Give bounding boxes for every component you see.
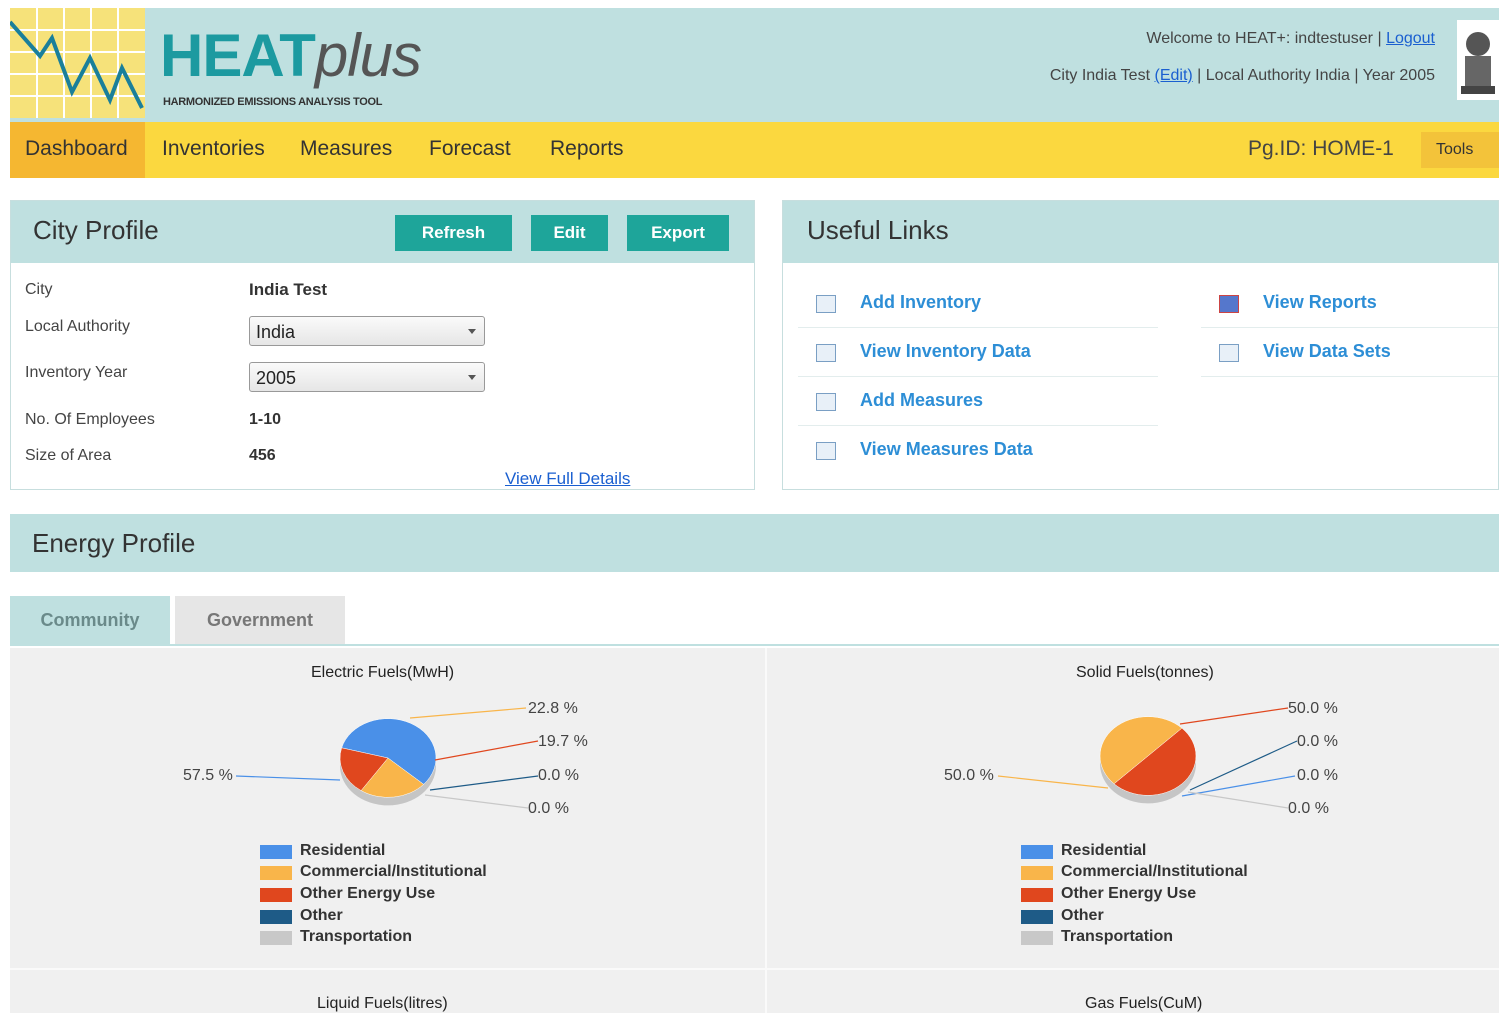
legend-label: Residential — [1061, 842, 1147, 859]
legend-label: Other — [300, 907, 343, 924]
leader-line — [429, 775, 539, 791]
leader-line — [235, 775, 341, 781]
electric-label-transportation: 0.0 % — [528, 800, 569, 817]
legend-label: Transportation — [1061, 928, 1174, 945]
legend-swatch — [260, 931, 292, 945]
legend-label: Commercial/Institutional — [1061, 863, 1248, 880]
solid-label-commercial: 50.0 % — [944, 767, 994, 784]
solid-legend: Residential Commercial/Institutional Oth… — [1021, 842, 1281, 952]
legend-label: Transportation — [300, 928, 413, 945]
solid-label-other: 0.0 % — [1297, 767, 1338, 784]
leader-line — [409, 707, 527, 719]
leader-line — [997, 775, 1109, 789]
legend-label: Other — [1061, 907, 1104, 924]
electric-label-commercial: 22.8 % — [528, 700, 578, 717]
legend-swatch — [260, 888, 292, 902]
leader-line — [434, 740, 539, 761]
legend-swatch — [260, 866, 292, 880]
leader-line — [1189, 740, 1298, 791]
solid-label-other-energy: 50.0 % — [1288, 700, 1338, 717]
legend-label: Residential — [300, 842, 386, 859]
leader-line — [424, 794, 529, 809]
electric-label-other: 0.0 % — [538, 767, 579, 784]
legend-label: Other Energy Use — [1061, 885, 1197, 902]
legend-swatch — [1021, 866, 1053, 880]
leader-line — [1187, 791, 1289, 809]
legend-swatch — [260, 845, 292, 859]
legend-swatch — [1021, 845, 1053, 859]
legend-swatch — [1021, 910, 1053, 924]
solid-label-transportation: 0.0 % — [1288, 800, 1329, 817]
legend-swatch — [1021, 931, 1053, 945]
leader-line — [1179, 707, 1289, 725]
legend-swatch — [260, 910, 292, 924]
electric-label-residential: 57.5 % — [183, 767, 233, 784]
solid-label-residential: 0.0 % — [1297, 733, 1338, 750]
electric-legend: Residential Commercial/Institutional Oth… — [260, 842, 520, 952]
electric-label-other-energy: 19.7 % — [538, 733, 588, 750]
legend-swatch — [1021, 888, 1053, 902]
legend-label: Commercial/Institutional — [300, 863, 487, 880]
legend-label: Other Energy Use — [300, 885, 436, 902]
